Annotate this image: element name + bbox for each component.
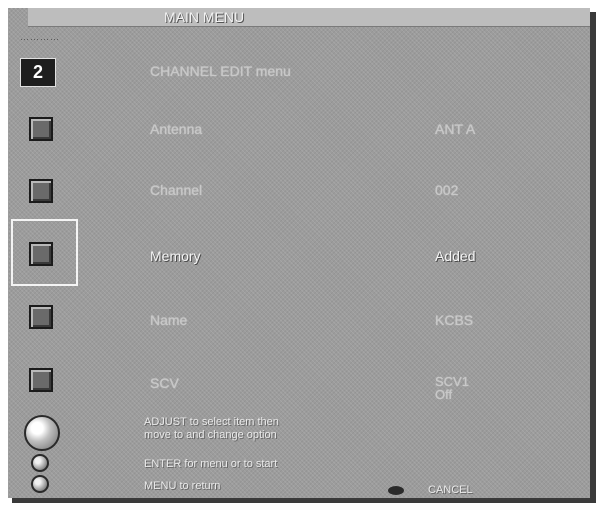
enter-hint: ENTER for menu or to start xyxy=(144,458,278,470)
title-strip: MAIN MENU xyxy=(28,8,590,27)
corner-decoration: ⋯⋯⋯⋯ xyxy=(20,34,60,44)
menu-hint: MENU to return xyxy=(144,480,221,492)
enter-dot-icon[interactable] xyxy=(31,454,49,472)
memory-value[interactable]: Added xyxy=(435,248,475,264)
menu-dot-icon[interactable] xyxy=(31,475,49,493)
memory-label[interactable]: Memory xyxy=(150,248,201,264)
memory-square-icon[interactable] xyxy=(29,242,53,266)
tv-menu-screen: MAIN MENU ⋯⋯⋯⋯ 2 CHANNEL EDIT menu Anten… xyxy=(8,8,590,498)
cancel-label[interactable]: CANCEL xyxy=(428,484,473,497)
channel-label[interactable]: Channel xyxy=(150,182,202,198)
channel-number-badge: 2 xyxy=(20,58,56,87)
cancel-button-icon[interactable] xyxy=(388,486,404,495)
name-label[interactable]: Name xyxy=(150,312,187,328)
name-value[interactable]: KCBS xyxy=(435,312,473,328)
antenna-label[interactable]: Antenna xyxy=(150,121,202,137)
antenna-value[interactable]: ANT A xyxy=(435,121,475,137)
channel-square-icon[interactable] xyxy=(29,179,53,203)
scv-value[interactable]: SCV1 Off xyxy=(435,375,469,401)
screen-shadow-right xyxy=(590,12,596,502)
scv-square-icon[interactable] xyxy=(29,368,53,392)
scv-label[interactable]: SCV xyxy=(150,375,179,391)
submenu-title: CHANNEL EDIT menu xyxy=(150,63,291,79)
antenna-square-icon[interactable] xyxy=(29,117,53,141)
globe-icon[interactable] xyxy=(24,415,60,451)
name-square-icon[interactable] xyxy=(29,305,53,329)
channel-value[interactable]: 002 xyxy=(435,182,458,198)
adjust-hint: ADJUST to select item then move to and c… xyxy=(144,416,279,441)
menu-title: MAIN MENU xyxy=(164,9,245,25)
screen-shadow-bottom xyxy=(12,498,596,503)
